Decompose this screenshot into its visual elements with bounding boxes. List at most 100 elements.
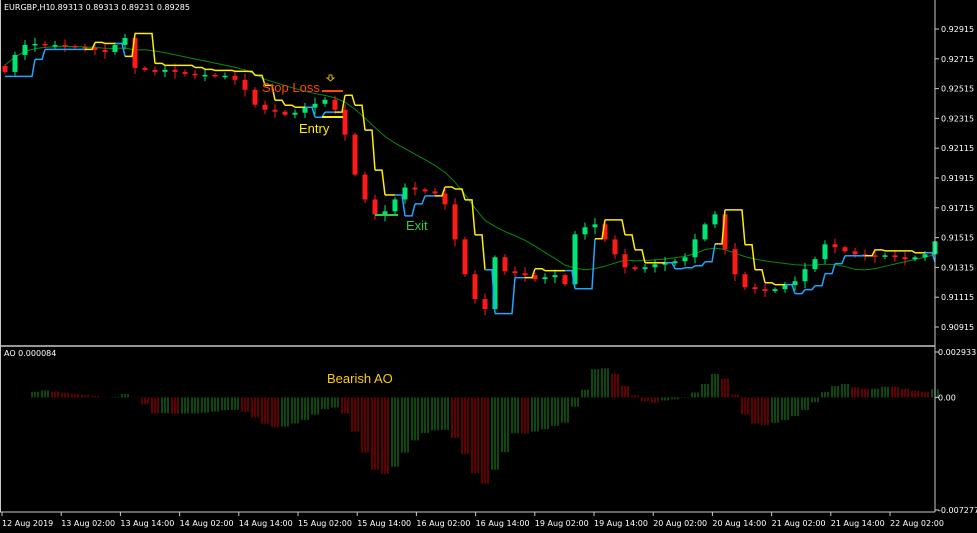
candle-body xyxy=(402,187,408,200)
candle-body xyxy=(892,255,898,258)
candle xyxy=(242,73,248,97)
candle-body xyxy=(112,44,118,52)
candle xyxy=(112,42,118,55)
trail-segment xyxy=(675,266,686,270)
bearish-ao-label: Bearish AO xyxy=(327,371,393,386)
candle-body xyxy=(62,44,68,47)
price-tick-label: 0.92315 xyxy=(941,114,974,123)
candle-body xyxy=(292,112,298,115)
trail-segment xyxy=(795,289,806,295)
candle xyxy=(642,263,648,273)
candle-body xyxy=(212,74,218,77)
trail-segment xyxy=(505,277,516,315)
candle-body xyxy=(802,269,808,282)
candle-body xyxy=(852,251,858,255)
candle xyxy=(292,109,298,119)
candle-body xyxy=(222,75,228,78)
trail-segment xyxy=(405,203,416,217)
trail-segment xyxy=(685,265,696,269)
candle-body xyxy=(912,257,918,260)
candle-body xyxy=(872,255,878,257)
candle xyxy=(482,293,488,316)
candle-body xyxy=(252,89,258,105)
ao-tick-label: 0.00 xyxy=(938,393,956,402)
candle xyxy=(72,44,78,49)
candle-body xyxy=(312,103,318,108)
candle xyxy=(462,236,468,278)
candle-body xyxy=(632,267,638,270)
candle-body xyxy=(142,67,148,70)
time-tick-label: 14 Aug 14:00 xyxy=(239,519,293,528)
candle-body xyxy=(102,49,108,52)
candle xyxy=(652,259,658,273)
trail-segment xyxy=(185,64,196,69)
candle xyxy=(552,269,558,284)
ao-tick-label: 0.002933 xyxy=(938,348,976,357)
candle xyxy=(732,242,738,282)
candle-body xyxy=(322,99,328,104)
candle xyxy=(2,64,8,74)
price-tick-label: 0.92915 xyxy=(941,25,974,34)
candle-body xyxy=(712,214,718,225)
trail-segment xyxy=(475,234,486,270)
time-tick-label: 22 Aug 02:00 xyxy=(890,519,944,528)
candle-body xyxy=(342,109,348,135)
candle-body xyxy=(362,174,368,200)
candle xyxy=(762,283,768,298)
candle xyxy=(342,104,348,141)
candle-body xyxy=(612,239,618,255)
candle-body xyxy=(2,65,8,72)
candle xyxy=(362,171,368,204)
trail-segment xyxy=(835,255,846,265)
time-tick-label: 16 Aug 02:00 xyxy=(416,519,470,528)
trail-segment xyxy=(465,199,476,235)
candle-body xyxy=(352,134,358,175)
trail-segment xyxy=(25,59,36,78)
candle xyxy=(622,248,628,274)
candle-body xyxy=(902,257,908,260)
candle-body xyxy=(452,204,458,240)
candle-body xyxy=(162,69,168,72)
ma-polyline xyxy=(4,45,936,271)
trail-segment xyxy=(535,267,546,272)
chart-canvas[interactable]: 0.92915 0.92715 0.92515 0.92315 0.92115 0.919… xyxy=(0,0,977,533)
candle-body xyxy=(512,271,518,274)
candle xyxy=(832,238,838,254)
candle xyxy=(352,132,358,177)
trail-segment xyxy=(445,186,456,190)
time-tick-label: 12 Aug 2019 xyxy=(2,519,53,528)
trail-segment xyxy=(415,195,426,205)
candle xyxy=(842,245,848,254)
candle-body xyxy=(582,227,588,235)
trail-segment xyxy=(155,62,166,66)
price-tick-label: 0.91315 xyxy=(941,263,974,272)
candle xyxy=(632,265,638,272)
candle xyxy=(222,72,228,80)
time-tick-label: 13 Aug 02:00 xyxy=(61,519,115,528)
candle xyxy=(52,40,58,50)
trail-segment xyxy=(705,243,716,263)
time-tick-label: 14 Aug 02:00 xyxy=(180,519,234,528)
trail-segment xyxy=(585,238,596,290)
candle xyxy=(252,87,258,108)
candle xyxy=(422,187,428,194)
candle xyxy=(192,69,198,80)
trail-segment xyxy=(455,188,466,201)
time-tick-label: 19 Aug 14:00 xyxy=(594,519,648,528)
price-tick-label: 0.91915 xyxy=(941,174,974,183)
candle xyxy=(142,66,148,72)
symbol-label: EURGBP,H1 xyxy=(4,3,51,12)
time-tick-label: 21 Aug 14:00 xyxy=(831,519,885,528)
trail-segment xyxy=(145,32,156,64)
candle xyxy=(802,262,808,289)
price-tick-label: 0.92115 xyxy=(941,144,974,153)
candle-body xyxy=(272,109,278,112)
candle xyxy=(412,182,418,196)
candle-body xyxy=(482,299,488,310)
candle xyxy=(882,252,888,260)
trail-segment xyxy=(825,263,836,275)
candle xyxy=(262,100,268,115)
price-axis: 0.92915 0.92715 0.92515 0.92315 0.92115 0.919… xyxy=(935,25,974,332)
trail-segment xyxy=(35,49,46,61)
entry-label: Entry xyxy=(299,121,330,136)
